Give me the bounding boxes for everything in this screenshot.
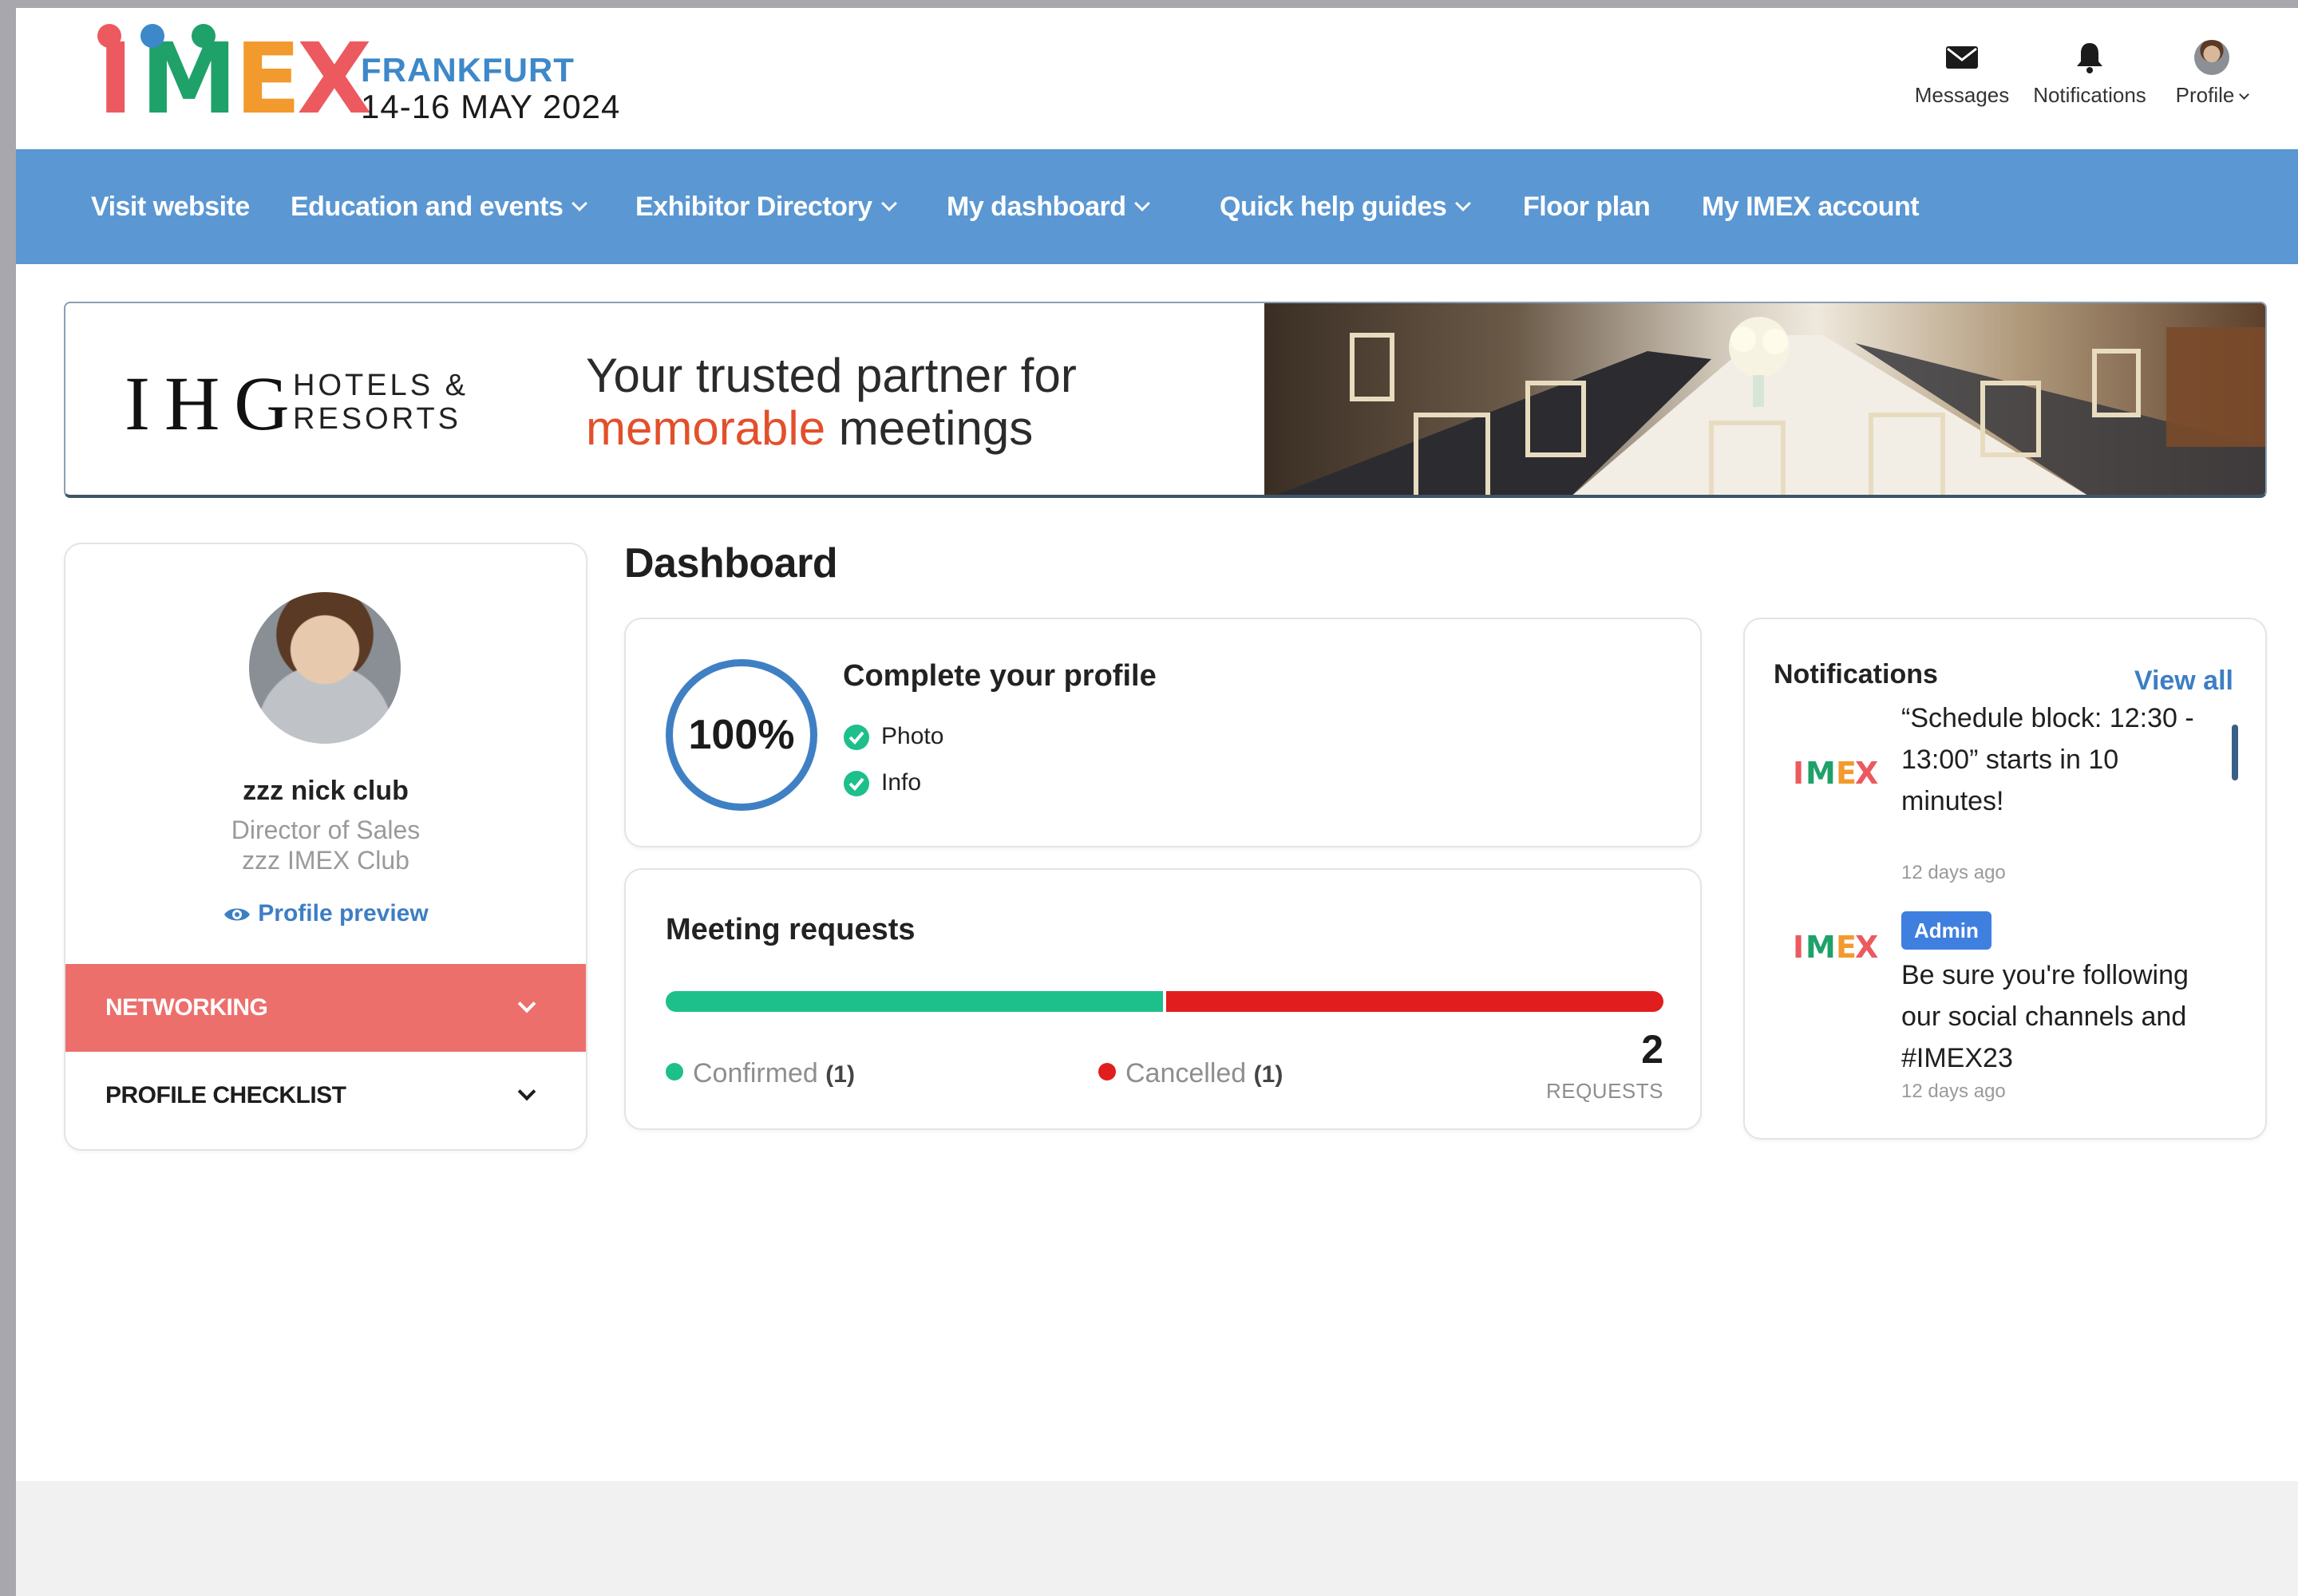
cancelled-legend: Cancelled (1) — [1098, 1058, 1283, 1089]
messages-label: Messages — [1914, 83, 2010, 107]
imex-logo-word: I M E X — [97, 22, 372, 136]
imex-small-logo: I M E X — [1793, 930, 1879, 965]
profile-completion-card: 100% Complete your profile Photo Info — [624, 618, 1702, 847]
completion-title: Complete your profile — [843, 659, 1157, 693]
completion-item-info: Info — [843, 769, 921, 797]
chevron-down-icon — [572, 196, 588, 211]
check-circle-icon — [844, 771, 869, 797]
imex-small-logo: I M E X — [1793, 756, 1879, 791]
logo-dot-blue — [140, 24, 164, 48]
cancelled-segment — [1166, 991, 1663, 1012]
bell-icon — [2077, 43, 2102, 73]
chevron-down-icon — [1134, 196, 1151, 211]
profile-name: zzz nick club — [243, 776, 409, 806]
nav-education-and-events[interactable]: Education and events — [291, 149, 588, 264]
profile-label: Profile — [2175, 83, 2235, 107]
meeting-requests-bar — [666, 991, 1663, 1012]
chevron-down-icon — [2239, 89, 2250, 100]
nav-exhibitor-directory[interactable]: Exhibitor Directory — [635, 149, 897, 264]
completion-percent: 100% — [688, 712, 795, 758]
profile-organization: zzz IMEX Club — [242, 846, 409, 875]
eye-icon — [224, 908, 251, 921]
nav-quick-help-guides[interactable]: Quick help guides — [1220, 149, 1472, 264]
profile-role: Director of Sales — [231, 816, 421, 844]
chevron-down-icon — [517, 1082, 536, 1101]
notification-time: 12 days ago — [1901, 1080, 2006, 1102]
meeting-requests-title: Meeting requests — [666, 913, 916, 946]
banner-tagline: Your trusted partner for memorable meeti… — [586, 349, 1077, 455]
ihg-logo-subtitle: HOTELS & RESORTS — [293, 369, 469, 436]
sponsor-banner[interactable]: IHG HOTELS & RESORTS Your trusted partne… — [64, 302, 2267, 498]
profile-preview-link[interactable]: Profile preview — [65, 900, 586, 927]
imex-logo[interactable]: I M E X FRANKFURT 14-16 MAY 2024 — [97, 24, 656, 144]
requests-total: 2 — [1641, 1027, 1663, 1072]
profile-card: zzz nick club Director of Sales zzz IMEX… — [64, 543, 587, 1151]
page: I M E X FRANKFURT 14-16 MAY 2024 Message… — [16, 8, 2298, 1596]
profile-avatar — [249, 592, 401, 744]
notifications-button[interactable]: Notifications — [2026, 40, 2154, 108]
notification-time: 12 days ago — [1901, 862, 2006, 883]
completion-ring: 100% — [666, 659, 817, 811]
avatar — [2194, 40, 2229, 75]
nav-my-dashboard[interactable]: My dashboard — [947, 149, 1151, 264]
notifications-card: Notifications View all I M E X “Schedule… — [1743, 618, 2267, 1140]
messages-button[interactable]: Messages — [1914, 40, 2010, 108]
chevron-down-icon — [880, 196, 897, 211]
notification-text[interactable]: Be sure you're following our social chan… — [1901, 954, 2229, 1079]
confirmed-segment — [666, 991, 1163, 1012]
logo-letter-e: E — [235, 22, 302, 136]
banquet-table-image — [1276, 317, 2265, 495]
main-nav: Visit website Education and events Exhib… — [16, 149, 2298, 264]
chevron-down-icon — [517, 994, 536, 1013]
banner-photo — [1264, 303, 2265, 495]
admin-badge: Admin — [1901, 911, 1991, 950]
envelope-icon — [1946, 46, 1978, 69]
footer-band — [16, 1481, 2298, 1596]
networking-accordion[interactable]: NETWORKING — [65, 964, 586, 1052]
logo-dot-red — [97, 24, 121, 48]
nav-visit-website[interactable]: Visit website — [91, 149, 250, 264]
logo-dot-green — [192, 24, 216, 48]
completion-item-photo: Photo — [843, 723, 943, 751]
page-title: Dashboard — [624, 540, 838, 587]
notifications-scrollbar[interactable] — [2232, 725, 2238, 780]
nav-floor-plan[interactable]: Floor plan — [1523, 149, 1651, 264]
chevron-down-icon — [1455, 196, 1472, 211]
notifications-title: Notifications — [1774, 659, 1938, 689]
requests-total-label: REQUESTS — [1545, 1079, 1663, 1103]
check-circle-icon — [844, 725, 869, 751]
notification-text[interactable]: “Schedule block: 12:30 - 13:00” starts i… — [1901, 697, 2229, 822]
meeting-requests-card: Meeting requests Confirmed (1) Cancelled… — [624, 868, 1702, 1130]
top-header: I M E X FRANKFURT 14-16 MAY 2024 Message… — [16, 8, 2298, 149]
event-dates: 14-16 MAY 2024 — [361, 88, 621, 125]
notifications-label: Notifications — [2033, 83, 2146, 107]
cancelled-dot — [1098, 1063, 1116, 1080]
view-all-link[interactable]: View all — [2134, 666, 2233, 697]
profile-checklist-accordion[interactable]: PROFILE CHECKLIST — [65, 1052, 586, 1140]
event-city: FRANKFURT — [361, 51, 575, 89]
profile-menu-button[interactable]: Profile — [2168, 40, 2256, 108]
ihg-logo: IHG — [125, 361, 304, 446]
nav-my-imex-account[interactable]: My IMEX account — [1702, 149, 1920, 264]
confirmed-legend: Confirmed (1) — [666, 1058, 855, 1089]
confirmed-dot — [666, 1063, 683, 1080]
